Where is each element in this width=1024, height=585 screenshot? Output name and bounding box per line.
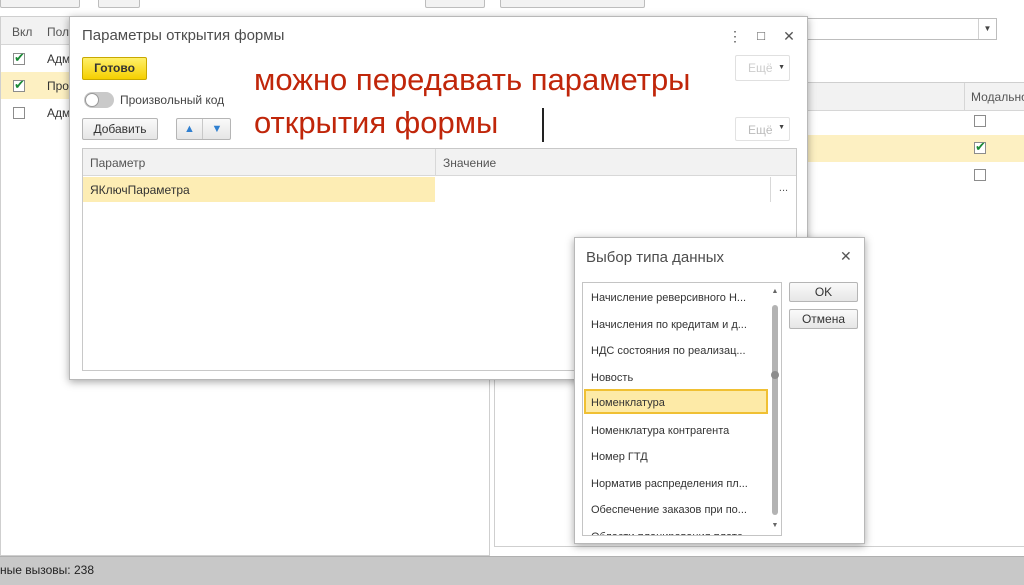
status-bar: ные вызовы: 238 [0,556,1024,585]
list-item[interactable]: Начисление реверсивного Н... [584,284,768,309]
chevron-down-icon: ▼ [978,19,996,39]
list-item-selected[interactable]: Номенклатура [584,389,768,414]
bg-modal-checkbox[interactable] [974,169,986,181]
list-item[interactable]: Области планирования плате... [584,523,768,535]
list-item[interactable]: Начисления по кредитам и д... [584,311,768,336]
params-table-header: Параметр Значение [83,149,796,176]
param-cell[interactable]: ЯКлючПараметра [83,177,435,202]
scroll-position-dot [771,371,779,379]
type-list[interactable]: Начисление реверсивного Н... Начисления … [582,282,782,536]
dialog-title: Параметры открытия формы [82,27,285,44]
scroll-up-icon[interactable]: ▲ [770,287,780,297]
cancel-button[interactable]: Отмена [789,309,858,329]
bg-select-field[interactable]: ▼ [800,18,997,40]
custom-code-toggle[interactable] [84,92,114,108]
done-button[interactable]: Готово [82,57,147,80]
annotation-line-1: можно передавать параметры [254,62,691,97]
text-cursor [542,108,544,142]
col-value-header: Значение [443,156,497,170]
bg-row-text: Про [47,79,69,93]
annotation-line-2: открытия формы [254,105,499,140]
data-type-dialog: Выбор типа данных ✕ Начисление реверсивн… [574,237,865,544]
bg-add-button[interactable] [0,0,80,8]
list-item[interactable]: Номенклатура контрагента [584,417,768,442]
more-button[interactable]: Ещё ▼ [735,117,790,141]
bg-arrow-buttons[interactable] [98,0,140,8]
custom-code-label: Произвольный код [120,93,225,107]
bg-checkbox-checked[interactable] [13,50,25,66]
status-text: ные вызовы: 238 [0,563,94,577]
select-value-button[interactable]: ... [770,177,796,202]
bg-modal-checkbox[interactable] [974,115,986,127]
move-up-icon[interactable]: ▲ [177,119,203,139]
bg-col-name: Пол [47,25,70,39]
bg-row-text: Адм [47,52,71,66]
more-label: Ещё [748,123,773,137]
scrollbar-thumb[interactable] [772,305,778,515]
bg-checkbox[interactable] [13,107,25,119]
list-item[interactable]: НДС состояния по реализац... [584,337,768,362]
move-buttons-group: ▲ ▼ [176,118,231,140]
col-param-header: Параметр [90,156,146,170]
bg-modal-checkbox-checked[interactable] [974,139,986,155]
type-dialog-title: Выбор типа данных [586,249,725,266]
table-row[interactable]: ЯКлючПараметра ... [83,177,796,202]
bg-col-modal: Модально [971,90,1024,104]
value-cell[interactable] [443,183,763,197]
more-menu-icon[interactable]: ⋮ [725,26,745,46]
list-item[interactable]: Новость [584,364,768,389]
bg-checkbox-checked[interactable] [13,77,25,93]
add-button[interactable]: Добавить [82,118,158,140]
bg-row-text: Адм [47,106,71,120]
more-label-top: Ещё [748,61,773,75]
list-item[interactable]: Норматив распределения пл... [584,470,768,495]
chevron-down-icon: ▼ [778,64,785,71]
ok-button[interactable]: OK [789,282,858,302]
list-item[interactable]: Номер ГТД [584,443,768,468]
list-item[interactable]: Обеспечение заказов при по... [584,496,768,521]
bg-col-enabled: Вкл [12,25,33,39]
bg-more-button[interactable] [425,0,485,8]
maximize-icon[interactable]: □ [751,26,771,46]
bg-button-position-button[interactable] [500,0,645,8]
scroll-down-icon[interactable]: ▼ [770,521,780,531]
move-down-icon[interactable]: ▼ [204,119,230,139]
param-name: ЯКлючПараметра [90,183,190,197]
close-icon[interactable]: ✕ [840,248,852,265]
chevron-down-icon: ▼ [778,124,785,131]
close-icon[interactable]: ✕ [779,26,799,46]
bg-col-separator [964,83,965,111]
col-separator [435,149,436,176]
more-button-top[interactable]: Ещё ▼ [735,55,790,81]
